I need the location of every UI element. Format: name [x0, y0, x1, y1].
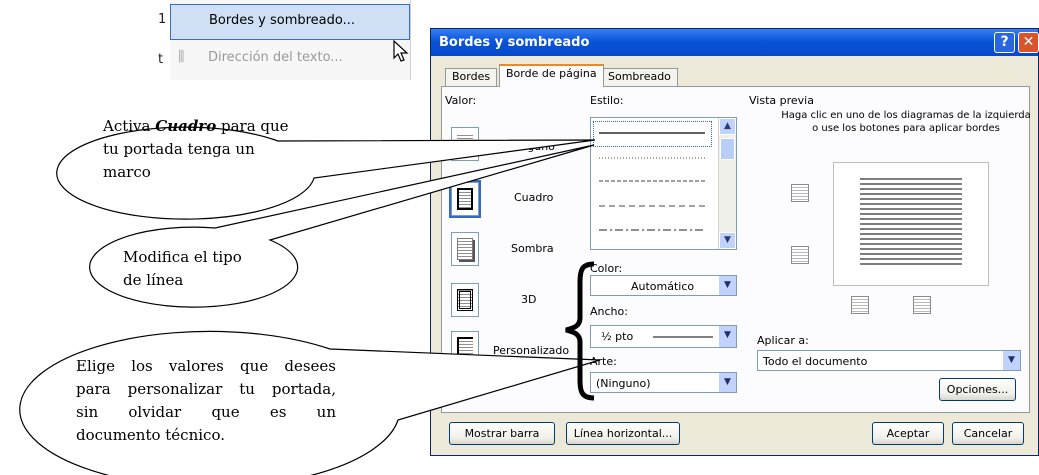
callout-text-cuadro: Activa Cuadro para que tu portada tenga … [103, 115, 289, 184]
art-select[interactable]: (Ninguno) ▼ [590, 372, 737, 393]
options-button[interactable]: Opciones... [939, 378, 1016, 401]
setting-custom-icon[interactable] [451, 331, 479, 365]
chevron-down-icon[interactable]: ▼ [718, 276, 736, 295]
callout-line: para personalizar tu portada, [76, 380, 336, 398]
apply-to-label: Aplicar a: [757, 334, 809, 347]
callout-text-line-type: Modifica el tipo de línea [123, 246, 242, 292]
setting-box-label[interactable]: Cuadro [514, 191, 553, 204]
setting-shadow-icon[interactable] [451, 232, 479, 266]
setting-3d-label[interactable]: 3D [521, 293, 536, 306]
preview-page-text [860, 175, 962, 267]
setting-none-icon[interactable] [451, 127, 479, 161]
tab-bordes[interactable]: Bordes [445, 68, 498, 86]
callout-line: de línea [123, 271, 184, 289]
apply-to-select[interactable]: Todo el documento ▼ [757, 350, 1021, 371]
help-button[interactable]: ? [994, 32, 1015, 53]
chevron-down-icon[interactable]: ▼ [1002, 351, 1020, 370]
style-scrollbar[interactable]: ▲ ▼ [718, 118, 736, 249]
menu-item-label: Dirección del texto... [208, 50, 343, 65]
edge-char: t [158, 52, 164, 67]
scroll-thumb[interactable] [720, 138, 735, 160]
tab-borde-de-pagina[interactable]: Borde de página [499, 64, 604, 87]
menu-left-edge: 1 t [152, 0, 170, 80]
menu-items: Bordes y sombreado... ⫼ Dirección del te… [170, 0, 411, 80]
setting-custom-label[interactable]: Personalizado [493, 344, 569, 357]
tab-strip: Bordes Borde de página Sombreado [431, 64, 1038, 87]
scroll-down-button[interactable]: ▼ [719, 232, 736, 249]
top-border-button[interactable] [791, 184, 809, 202]
question-mark-icon: ? [1000, 34, 1009, 50]
menu-item-label: Bordes y sombreado... [209, 13, 356, 28]
borders-shading-dialog: Bordes y sombreado ? ✕ Bordes Borde de p… [430, 28, 1039, 456]
style-label: Estilo: [590, 94, 624, 107]
menu-item-bordes-sombreado[interactable]: Bordes y sombreado... [170, 4, 410, 40]
callout-line: sin olvidar que es un [76, 403, 336, 421]
dialog-title: Bordes y sombreado [439, 35, 590, 50]
text-direction-icon: ⫼ [178, 49, 185, 65]
line-style-samples [599, 132, 705, 231]
close-icon: ✕ [1022, 34, 1035, 50]
setting-none-label[interactable]: Ninguno [509, 140, 555, 153]
tab-sombreado[interactable]: Sombreado [601, 68, 678, 86]
chevron-down-icon[interactable]: ▼ [718, 373, 736, 392]
format-menu-fragment: 1 t Bordes y sombreado... ⫼ Dirección de… [152, 0, 411, 80]
width-value: ½ pto [601, 330, 634, 343]
callout-line: Elige los valores que desees [76, 357, 336, 375]
callout-line: tu portada tenga un [103, 140, 255, 158]
color-label: Color: [590, 262, 623, 275]
left-border-button[interactable] [851, 296, 869, 314]
menu-item-direccion-texto[interactable]: ⫼ Dirección del texto... [170, 42, 410, 76]
width-select[interactable]: ½ pto ▼ [590, 325, 737, 348]
cancel-button[interactable]: Cancelar [952, 422, 1024, 445]
art-label: Arte: [590, 355, 617, 368]
callout-line: documento técnico. [76, 426, 225, 444]
callout-emphasis: Cuadro [155, 117, 217, 135]
setting-3d-icon[interactable] [451, 283, 479, 317]
right-border-button[interactable] [913, 296, 931, 314]
scroll-up-button[interactable]: ▲ [719, 118, 736, 135]
chevron-down-icon[interactable]: ▼ [718, 326, 736, 347]
close-button[interactable]: ✕ [1018, 32, 1039, 53]
width-sample-line [653, 336, 713, 338]
callout-prefix: Activa [103, 117, 156, 135]
preview-label: Vista previa [749, 94, 814, 107]
color-select[interactable]: Automático ▼ [590, 275, 737, 296]
callout-text-custom-values: Elige los valores que desees para person… [76, 355, 336, 447]
callout-rest: para que [216, 117, 289, 135]
line-style-list[interactable]: ▲ ▼ [590, 117, 737, 250]
callout-line: Modifica el tipo [123, 248, 242, 266]
width-label: Ancho: [590, 305, 628, 318]
dialog-title-bar: Bordes y sombreado ? ✕ [431, 29, 1039, 56]
preview-instructions: Haga clic en uno de los diagramas de la … [781, 110, 1031, 134]
setting-label: Valor: [445, 94, 477, 107]
mouse-cursor-icon [393, 40, 409, 62]
apply-to-value: Todo el documento [763, 355, 868, 368]
show-toolbar-button[interactable]: Mostrar barra [449, 422, 555, 445]
art-value: (Ninguno) [596, 377, 651, 390]
setting-shadow-label[interactable]: Sombra [511, 242, 554, 255]
callout-line: marco [103, 163, 151, 181]
setting-box-icon[interactable] [449, 180, 481, 218]
horizontal-line-button[interactable]: Línea horizontal... [566, 422, 680, 445]
ok-button[interactable]: Aceptar [872, 422, 944, 445]
edge-char: 1 [158, 12, 167, 27]
color-value: Automático [631, 280, 695, 293]
bottom-border-button[interactable] [791, 246, 809, 264]
border-preview[interactable] [833, 162, 989, 286]
